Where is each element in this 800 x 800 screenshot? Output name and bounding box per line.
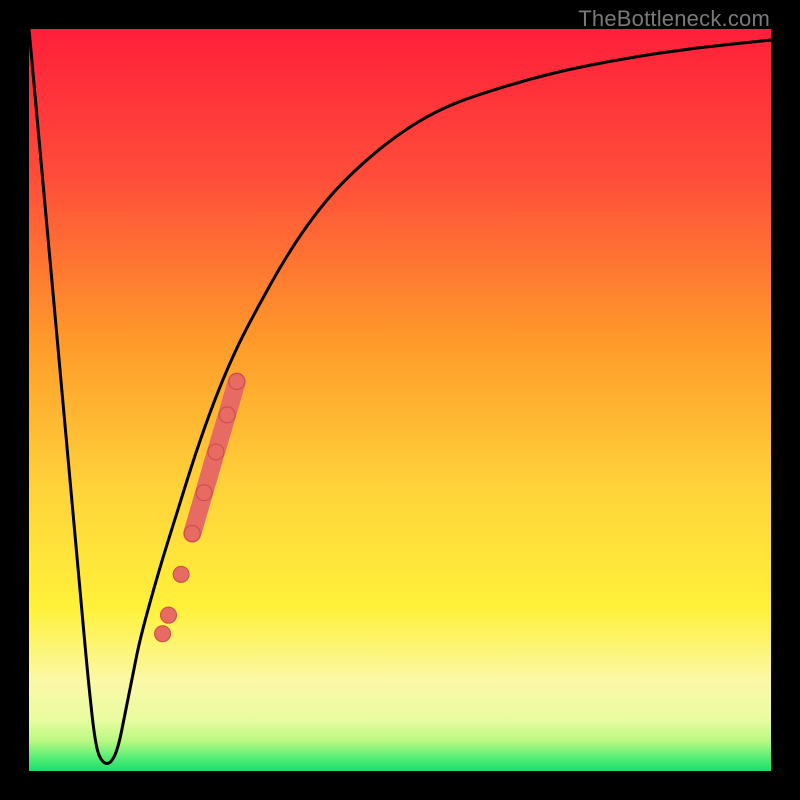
chart-frame: TheBottleneck.com [0, 0, 800, 800]
bottleneck-curve [29, 29, 771, 771]
plot-area [29, 29, 771, 771]
data-marker [208, 444, 224, 460]
data-marker [219, 407, 235, 423]
data-marker [160, 607, 176, 623]
watermark-text: TheBottleneck.com [578, 6, 770, 32]
data-marker [155, 626, 171, 642]
data-marker [184, 526, 200, 542]
data-marker [229, 373, 245, 389]
data-marker [196, 485, 212, 501]
curve-path [29, 29, 771, 764]
data-marker [173, 566, 189, 582]
